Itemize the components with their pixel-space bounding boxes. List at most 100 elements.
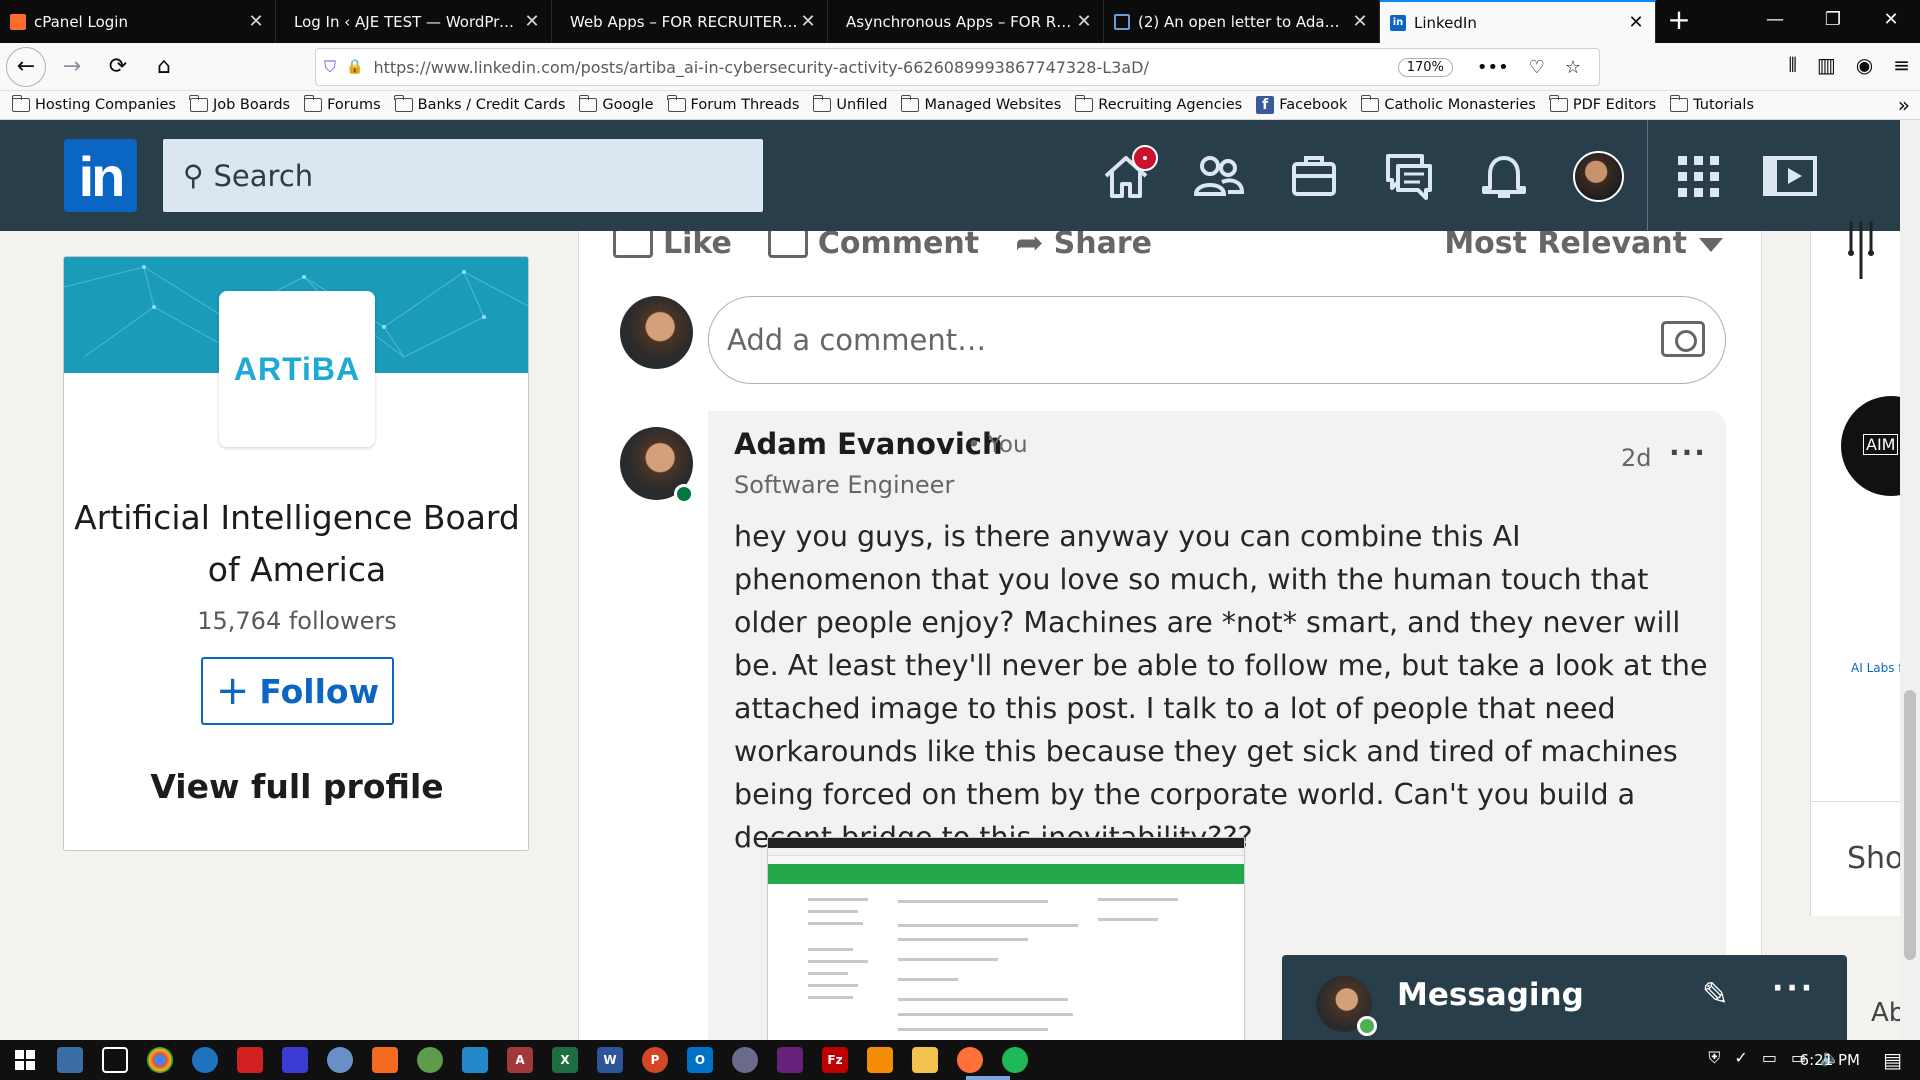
network-icon[interactable] [1190,148,1250,204]
minimize-button[interactable]: — [1746,0,1804,43]
lock-icon[interactable]: 🔒 [346,59,363,75]
bookmark-folder[interactable]: Managed Websites [900,95,1061,113]
comment-author-name[interactable]: Adam Evanovich [734,427,1003,461]
spotify-icon[interactable] [1002,1047,1028,1073]
messaging-options-button[interactable]: ··· [1772,971,1815,1006]
back-button[interactable]: ← [6,46,46,87]
notifications-icon[interactable] [1476,148,1536,204]
work-grid-icon[interactable] [1670,148,1730,204]
bookmark-folder[interactable]: Catholic Monasteries [1360,95,1536,113]
close-tab-icon[interactable]: ✕ [1351,11,1369,32]
url-bar[interactable]: ⛉ 🔒 https://www.linkedin.com/posts/artib… [315,48,1600,86]
bookmark-folder[interactable]: Forum Threads [667,95,799,113]
word-icon[interactable]: W [597,1047,623,1073]
vlc-icon[interactable] [867,1047,893,1073]
search-input[interactable] [213,158,714,193]
home-button[interactable]: ⌂ [144,47,184,87]
vscode-icon[interactable] [462,1047,488,1073]
file-explorer-icon[interactable] [912,1047,938,1073]
comment-button[interactable]: Comment [767,231,979,263]
close-tab-icon[interactable]: ✕ [523,11,541,32]
tab-web-apps[interactable]: Web Apps – FOR RECRUITERS TO E ✕ [552,0,828,43]
current-user-avatar[interactable] [620,296,693,369]
bookmark-folder[interactable]: PDF Editors [1549,95,1656,113]
windows-start-icon[interactable] [12,1047,38,1073]
like-button[interactable]: Like [613,231,732,263]
url-text[interactable]: https://www.linkedin.com/posts/artiba_ai… [373,58,1397,77]
linkedin-logo[interactable]: in [64,139,137,212]
bookmark-facebook[interactable]: f Facebook [1256,96,1347,114]
jobs-icon[interactable] [1286,148,1346,204]
follow-button[interactable]: + Follow [201,657,394,725]
close-tab-icon[interactable]: ✕ [1075,11,1093,32]
scrollbar-thumb[interactable] [1904,690,1916,960]
library-icon[interactable]: ⫴ [1788,53,1796,77]
comment-options-button[interactable]: ··· [1669,436,1707,469]
tab-wordpress-login[interactable]: Log In ‹ AJE TEST — WordPress ✕ [276,0,552,43]
bookmark-folder[interactable]: Recruiting Agencies [1074,95,1242,113]
sort-dropdown[interactable]: Most Relevant [1444,231,1723,261]
close-window-button[interactable]: ✕ [1862,0,1920,43]
share-button[interactable]: ➦ Share [1015,231,1152,263]
account-icon[interactable]: ◉ [1856,53,1873,77]
company-logo[interactable]: ARTiBA [219,291,375,447]
zoom-level[interactable]: 170% [1397,57,1453,77]
outlook-icon[interactable]: O [687,1047,713,1073]
reload-button[interactable]: ⟳ [98,47,138,87]
photos-icon[interactable] [57,1047,83,1073]
comment-attachment-image[interactable] [767,837,1245,1041]
taskbar-clock[interactable]: 6:21 PM [1800,1051,1860,1069]
filezilla-icon[interactable]: Fz [822,1047,848,1073]
app-tray-icon[interactable]: ✓ [1734,1048,1747,1068]
page-scrollbar[interactable] [1900,120,1920,1040]
battery-icon[interactable]: ▭ [1762,1048,1777,1068]
restore-button[interactable]: ❐ [1804,0,1862,43]
bookmark-star-icon[interactable]: ☆ [1565,57,1581,78]
app-icon[interactable] [732,1047,758,1073]
app-m-icon[interactable] [282,1047,308,1073]
learning-icon[interactable] [1762,148,1817,204]
bookmark-folder[interactable]: Forums [303,95,381,113]
page-actions-icon[interactable]: ••• [1477,57,1509,78]
tab-asynchronous-apps[interactable]: Asynchronous Apps – FOR RECRUI ✕ [828,0,1104,43]
compose-message-icon[interactable]: ✎ [1702,975,1729,1013]
chrome-icon[interactable] [147,1047,173,1073]
tab-open-letter[interactable]: (2) An open letter to Adam/vb ✕ [1104,0,1380,43]
tracking-protection-icon[interactable]: ⛉ [324,57,336,77]
camera-icon[interactable] [1661,321,1705,357]
forward-button[interactable]: → [52,47,92,87]
tab-cpanel-login[interactable]: cPanel Login ✕ [0,0,276,43]
tab-linkedin[interactable]: in LinkedIn ✕ [1380,0,1656,43]
company-name[interactable]: Artificial Intelligence Board of America [64,492,528,596]
me-avatar[interactable] [1573,151,1624,202]
new-tab-button[interactable]: + [1656,0,1702,43]
pocket-icon[interactable]: ♡ [1529,57,1545,78]
search-box[interactable]: ⚲ [163,139,763,212]
messaging-icon[interactable] [1382,148,1442,204]
app-icon[interactable] [417,1047,443,1073]
bookmarks-overflow-icon[interactable]: » [1898,93,1910,117]
close-tab-icon[interactable]: ✕ [1627,12,1645,33]
sidebar-icon[interactable]: ▥ [1817,53,1836,77]
excel-icon[interactable]: X [552,1047,578,1073]
app-icon[interactable] [192,1047,218,1073]
bookmark-folder[interactable]: Banks / Credit Cards [394,95,565,113]
bookmark-folder[interactable]: Google [578,95,654,113]
view-full-profile-link[interactable]: View full profile [64,767,528,806]
powerpoint-icon[interactable]: P [642,1047,668,1073]
visual-studio-icon[interactable] [777,1047,803,1073]
messaging-bar[interactable]: Messaging ✎ ··· [1282,955,1847,1042]
messaging-label[interactable]: Messaging [1397,977,1584,1013]
show-more-link[interactable]: Sho [1847,841,1903,876]
comment-box[interactable] [708,296,1726,384]
close-tab-icon[interactable]: ✕ [799,11,817,32]
bookmark-folder[interactable]: Hosting Companies [11,95,176,113]
access-icon[interactable]: A [507,1047,533,1073]
bookmark-folder[interactable]: Tutorials [1669,95,1754,113]
comment-input[interactable] [727,323,1607,357]
app-icon[interactable] [372,1047,398,1073]
task-view-icon[interactable] [102,1047,128,1073]
network-app-icon[interactable] [327,1047,353,1073]
bookmark-folder[interactable]: Unfiled [812,95,887,113]
menu-icon[interactable]: ≡ [1893,53,1910,77]
